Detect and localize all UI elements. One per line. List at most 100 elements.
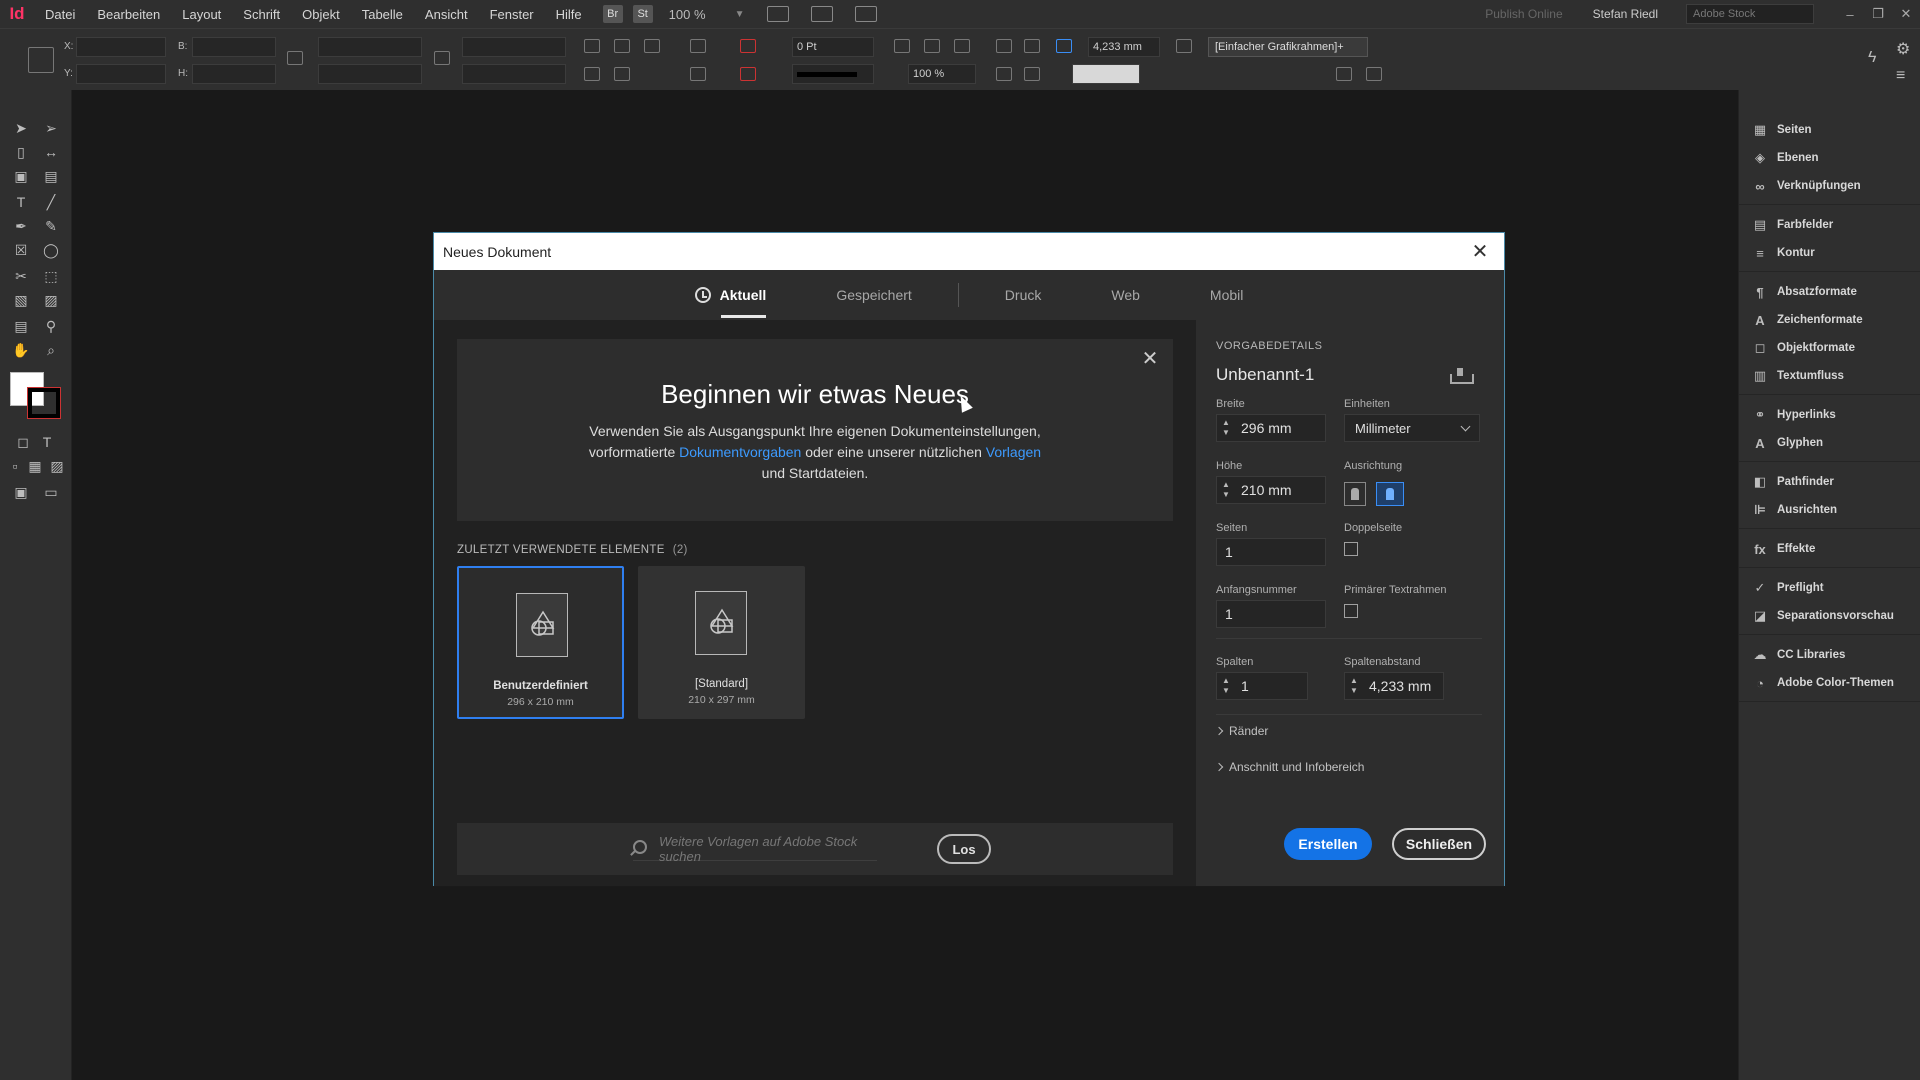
templates-link[interactable]: Vorlagen xyxy=(986,444,1041,460)
gradient-feather-tool-icon[interactable]: ▨ xyxy=(40,290,62,310)
portrait-orientation-icon[interactable] xyxy=(1344,482,1366,506)
pages-input[interactable]: 1 xyxy=(1216,538,1326,566)
facing-pages-checkbox[interactable] xyxy=(1344,542,1358,556)
menu-ansicht[interactable]: Ansicht xyxy=(414,0,479,28)
quick-apply-icon[interactable] xyxy=(1176,39,1192,53)
gutter-input[interactable]: 4,233 mm xyxy=(1088,37,1160,57)
panel-item-adobe-color-themen[interactable]: ◔ Adobe Color-Themen xyxy=(1739,669,1920,697)
units-dropdown[interactable]: Millimeter xyxy=(1344,414,1480,442)
bridge-icon[interactable]: Br xyxy=(602,5,623,23)
panel-item-seiten[interactable]: ▦ Seiten xyxy=(1739,116,1920,144)
formatting-container-icon[interactable]: ◻ xyxy=(12,432,34,452)
panel-item-absatzformate[interactable]: ¶ Absatzformate xyxy=(1739,278,1920,306)
reference-point-icon[interactable] xyxy=(28,47,54,73)
stock-icon[interactable]: St xyxy=(632,5,653,23)
height-stepper-icon[interactable]: ▲ ▼ xyxy=(1222,480,1230,500)
landscape-orientation-icon[interactable] xyxy=(1376,482,1404,506)
control-menu-icon[interactable]: ≡ xyxy=(1896,67,1912,84)
text-wrap-bbox-icon[interactable] xyxy=(996,67,1012,81)
pen-tool-icon[interactable]: ✒ xyxy=(10,216,32,236)
x-position-input[interactable] xyxy=(76,37,166,57)
zoom-tool-icon[interactable]: ⌕ xyxy=(40,340,62,360)
menu-fenster[interactable]: Fenster xyxy=(479,0,545,28)
free-transform-tool-icon[interactable]: ⬚ xyxy=(40,266,62,286)
rotation-input[interactable] xyxy=(462,37,566,57)
width-field[interactable]: ▲ ▼ 296 mm xyxy=(1216,414,1326,442)
select-content-icon[interactable] xyxy=(690,67,706,81)
control-gear-icon[interactable]: ⚙ xyxy=(1896,39,1912,58)
eyedropper-tool-icon[interactable]: ⚲ xyxy=(40,316,62,336)
align-center-icon[interactable] xyxy=(1024,39,1040,53)
panel-item-zeichenformate[interactable]: A Zeichenformate xyxy=(1739,306,1920,334)
width-input[interactable] xyxy=(192,37,276,57)
normal-view-icon[interactable]: ▣ xyxy=(10,482,32,502)
panel-item-ausrichten[interactable]: ⊫ Ausrichten xyxy=(1739,496,1920,524)
path-type-icon[interactable] xyxy=(644,39,660,53)
columns-field[interactable]: ▲ ▼ 1 xyxy=(1216,672,1308,700)
stroke-weight-input[interactable]: 0 Pt xyxy=(792,37,874,57)
banner-close-icon[interactable]: ✕ xyxy=(1139,347,1161,370)
stroke-color-icon[interactable] xyxy=(27,387,61,419)
user-menu[interactable]: Stefan Riedl xyxy=(1593,7,1658,21)
recent-preset-card[interactable]: Benutzerdefiniert 296 x 210 mm xyxy=(457,566,624,719)
shear-input[interactable] xyxy=(462,64,566,84)
text-wrap-shape-icon[interactable] xyxy=(1024,67,1040,81)
panel-item-cc-libraries[interactable]: ☁ CC Libraries xyxy=(1739,641,1920,669)
ellipse-tool-icon[interactable]: ◯ xyxy=(40,240,62,260)
page-tool-icon[interactable]: ▯ xyxy=(10,142,32,162)
flip-vertical-icon[interactable] xyxy=(614,67,630,81)
zoom-level[interactable]: 100 % xyxy=(669,7,729,22)
drop-shadow-icon[interactable] xyxy=(924,39,940,53)
publish-online-button[interactable]: Publish Online xyxy=(1485,7,1562,21)
menu-bearbeiten[interactable]: Bearbeiten xyxy=(86,0,171,28)
tab-aktuell[interactable]: Aktuell xyxy=(694,270,766,320)
width-stepper-icon[interactable]: ▲ ▼ xyxy=(1222,418,1230,438)
screen-mode-icon[interactable] xyxy=(810,6,833,22)
menu-tabelle[interactable]: Tabelle xyxy=(351,0,414,28)
object-style-dropdown[interactable]: [Einfacher Grafikrahmen]+ xyxy=(1208,37,1368,57)
close-button[interactable]: Schließen xyxy=(1392,828,1486,860)
content-placer-icon[interactable]: ▤ xyxy=(40,166,62,186)
apply-none-icon[interactable]: ▨ xyxy=(46,456,68,476)
panel-item-separationsvorschau[interactable]: ◪ Separationsvorschau xyxy=(1739,602,1920,630)
menu-datei[interactable]: Datei xyxy=(34,0,86,28)
scissors-tool-icon[interactable]: ✂ xyxy=(10,266,32,286)
clear-overrides-icon[interactable] xyxy=(1336,67,1352,81)
panel-item-effekte[interactable]: fx Effekte xyxy=(1739,535,1920,563)
apply-gradient-icon[interactable]: ▦ xyxy=(24,456,46,476)
view-options-icon[interactable] xyxy=(766,6,789,22)
fill-swatch-icon[interactable] xyxy=(740,39,756,53)
scale-x-input[interactable] xyxy=(318,37,422,57)
document-name[interactable]: Unbenannt-1 xyxy=(1216,365,1314,385)
stroke-swatch-icon[interactable] xyxy=(740,67,756,81)
menu-hilfe[interactable]: Hilfe xyxy=(545,0,593,28)
align-top-icon[interactable] xyxy=(996,39,1012,53)
panel-item-kontur[interactable]: ≡ Kontur xyxy=(1739,239,1920,267)
primary-text-frame-checkbox[interactable] xyxy=(1344,604,1358,618)
type-tool-icon[interactable]: T xyxy=(10,192,32,212)
panel-item-textumfluss[interactable]: ▥ Textumfluss xyxy=(1739,362,1920,390)
rectangle-frame-tool-icon[interactable]: ☒ xyxy=(10,240,32,260)
panel-item-pathfinder[interactable]: ◧ Pathfinder xyxy=(1739,468,1920,496)
menu-layout[interactable]: Layout xyxy=(171,0,232,28)
stroke-type-dropdown[interactable] xyxy=(792,64,874,84)
swatch-preview[interactable] xyxy=(1072,64,1140,84)
fitting-frame-icon[interactable] xyxy=(894,39,910,53)
select-container-icon[interactable] xyxy=(690,39,706,53)
auto-fit-icon[interactable] xyxy=(1056,39,1072,53)
panel-item-ebenen[interactable]: ◈ Ebenen xyxy=(1739,144,1920,172)
link-scale-icon[interactable] xyxy=(434,51,450,65)
object-style-options-icon[interactable] xyxy=(1366,67,1382,81)
apply-color-icon[interactable]: ▫ xyxy=(4,456,26,476)
menu-schrift[interactable]: Schrift xyxy=(232,0,291,28)
gap-tool-icon[interactable]: ↔ xyxy=(40,142,62,162)
line-tool-icon[interactable]: ╱ xyxy=(40,192,62,212)
gradient-swatch-tool-icon[interactable]: ▧ xyxy=(10,290,32,310)
tab-web[interactable]: Web xyxy=(1111,270,1140,320)
gutter-stepper-icon[interactable]: ▲ ▼ xyxy=(1350,676,1358,696)
pencil-tool-icon[interactable]: ✎ xyxy=(40,216,62,236)
gutter-field[interactable]: ▲ ▼ 4,233 mm xyxy=(1344,672,1444,700)
columns-stepper-icon[interactable]: ▲ ▼ xyxy=(1222,676,1230,696)
go-button[interactable]: Los xyxy=(937,834,991,864)
restore-icon[interactable]: ❐ xyxy=(1864,6,1892,22)
